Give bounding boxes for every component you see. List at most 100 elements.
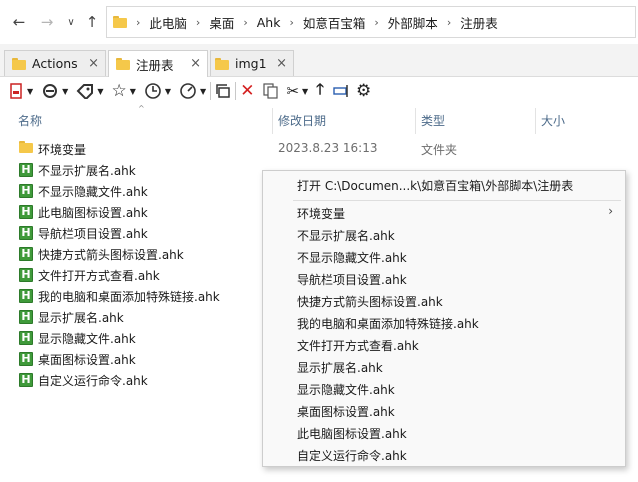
link-icon (43, 84, 58, 98)
breadcrumb-item[interactable]: 注册表 (460, 13, 498, 32)
history-button[interactable]: ▼ (144, 79, 171, 103)
tab-label: Actions (32, 56, 78, 71)
menu-item[interactable]: 显示扩展名.ahk (263, 356, 625, 378)
tab-label: 注册表 (136, 57, 174, 73)
breadcrumb-item[interactable]: 外部脚本 (388, 13, 438, 32)
menu-item-label: 快捷方式箭头图标设置.ahk (297, 295, 443, 309)
address-box[interactable]: › 此电脑 › 桌面 › Ahk › 如意百宝箱 › 外部脚本 › 注册表 (106, 6, 636, 38)
chevron-right-icon[interactable]: › (289, 16, 293, 29)
file-name: 不显示扩展名.ahk (38, 164, 136, 178)
menu-item-label: 此电脑图标设置.ahk (297, 427, 407, 441)
toolbar-divider (235, 82, 237, 100)
menu-item-label: 自定义运行命令.ahk (297, 449, 407, 463)
chevron-right-icon[interactable]: › (447, 16, 451, 29)
chevron-right-icon[interactable]: › (196, 16, 200, 29)
column-divider[interactable] (535, 108, 536, 134)
menu-item[interactable]: 自定义运行命令.ahk (263, 444, 625, 466)
column-divider[interactable] (415, 108, 416, 134)
chevron-right-icon: › (608, 204, 613, 218)
dropdown-tool-button[interactable]: ▼ (8, 79, 33, 103)
options-button[interactable]: ⚙ (356, 79, 371, 103)
menu-item-label: 不显示隐藏文件.ahk (297, 251, 407, 265)
recent-locations-button[interactable]: ∨ (60, 10, 82, 34)
file-row[interactable]: 环境变量 2023.8.23 16:13 文件夹 (0, 138, 638, 159)
file-date: 2023.8.23 16:13 (278, 141, 378, 155)
menu-item[interactable]: 快捷方式箭头图标设置.ahk (263, 290, 625, 312)
menu-item-label: 显示隐藏文件.ahk (297, 383, 395, 397)
close-icon: ✕ (240, 81, 255, 101)
column-size[interactable]: 大小 (541, 112, 565, 129)
column-name[interactable]: 名称 (18, 112, 42, 129)
tag-button[interactable]: ▼ (76, 79, 103, 103)
copy-path-button[interactable]: ▼ (41, 79, 68, 103)
window-button[interactable] (215, 79, 231, 103)
file-name: 自定义运行命令.ahk (38, 374, 148, 388)
folder-icon (19, 141, 33, 156)
address-bar-area: ← → ∨ ↑ › 此电脑 › 桌面 › Ahk › 如意百宝箱 › 外部脚本 › 注册表 (0, 0, 638, 44)
menu-item-label: 我的电脑和桌面添加特殊链接.ahk (297, 317, 479, 331)
file-type: 文件夹 (421, 143, 458, 157)
column-divider[interactable] (272, 108, 273, 134)
menu-item[interactable]: 此电脑图标设置.ahk (263, 422, 625, 444)
close-icon[interactable]: × (88, 56, 99, 71)
tab-strip: Actions × 注册表 × img1 × (0, 44, 638, 77)
tab-img1[interactable]: img1 × (210, 50, 294, 76)
file-name: 文件打开方式查看.ahk (38, 269, 160, 283)
menu-item[interactable]: 不显示隐藏文件.ahk (263, 246, 625, 268)
gauge-icon (180, 83, 196, 99)
rename-icon (333, 85, 348, 97)
menu-item[interactable]: 文件打开方式查看.ahk (263, 334, 625, 356)
copy-button[interactable] (262, 79, 279, 103)
delete-button[interactable]: ✕ (240, 79, 254, 103)
menu-item-open[interactable]: 打开 C:\Documen...k\如意百宝箱\外部脚本\注册表 (263, 174, 625, 196)
breadcrumb-item[interactable]: 如意百宝箱 (303, 13, 366, 32)
cut-button[interactable]: ✂ ▼ (286, 79, 308, 103)
ahk-script-icon: H (19, 309, 33, 324)
arrow-up-icon: ↑ (85, 13, 99, 31)
breadcrumb-item[interactable]: 桌面 (209, 13, 234, 32)
menu-item[interactable]: 导航栏项目设置.ahk (263, 268, 625, 290)
up-button[interactable]: ↑ (81, 10, 103, 34)
menu-item[interactable]: 我的电脑和桌面添加特殊链接.ahk (263, 312, 625, 334)
arrow-up-icon: 🡑 (316, 79, 324, 98)
folder-icon (113, 16, 127, 28)
settings-menu-button[interactable]: ▼ (179, 79, 206, 103)
up-level-button[interactable]: 🡑 (316, 79, 324, 103)
breadcrumb-item[interactable]: 此电脑 (149, 13, 187, 32)
menu-item[interactable]: 显示隐藏文件.ahk (263, 378, 625, 400)
menu-item-label: 不显示扩展名.ahk (297, 229, 395, 243)
file-name: 环境变量 (38, 143, 87, 157)
context-menu: 打开 C:\Documen...k\如意百宝箱\外部脚本\注册表 环境变量 › 不显… (262, 170, 626, 467)
ahk-script-icon: H (19, 288, 33, 303)
folder-icon (12, 57, 26, 70)
chevron-right-icon[interactable]: › (243, 16, 247, 29)
chevron-right-icon[interactable]: › (374, 16, 378, 29)
menu-item-submenu[interactable]: 环境变量 › (263, 202, 625, 224)
forward-button[interactable]: → (36, 10, 58, 34)
ahk-script-icon: H (19, 162, 33, 177)
ahk-script-icon: H (19, 225, 33, 240)
menu-item[interactable]: 桌面图标设置.ahk (263, 400, 625, 422)
ahk-script-icon: H (19, 246, 33, 261)
rename-button[interactable] (332, 79, 350, 103)
menu-item-label: 导航栏项目设置.ahk (297, 273, 407, 287)
file-name: 快捷方式箭头图标设置.ahk (38, 248, 184, 262)
chevron-right-icon[interactable]: › (136, 16, 140, 29)
scissors-icon: ✂ (286, 82, 300, 100)
menu-item-label: 环境变量 (297, 207, 346, 221)
close-icon[interactable]: × (276, 56, 287, 71)
menu-item-label: 文件打开方式查看.ahk (297, 339, 419, 353)
breadcrumb-item[interactable]: Ahk (257, 15, 281, 30)
menu-item[interactable]: 不显示扩展名.ahk (263, 224, 625, 246)
close-icon[interactable]: × (190, 56, 201, 71)
arrow-right-icon: → (40, 13, 54, 31)
favorites-button[interactable]: ☆ ▼ (111, 79, 135, 103)
column-type[interactable]: 类型 (421, 112, 445, 129)
column-date[interactable]: 修改日期 (278, 112, 326, 129)
ahk-script-icon: H (19, 204, 33, 219)
tab-registry[interactable]: 注册表 × (108, 50, 208, 77)
tab-actions[interactable]: Actions × (4, 50, 106, 76)
back-button[interactable]: ← (8, 10, 30, 34)
breadcrumb: › 此电脑 › 桌面 › Ahk › 如意百宝箱 › 外部脚本 › 注册表 (127, 13, 498, 32)
file-name: 导航栏项目设置.ahk (38, 227, 148, 241)
